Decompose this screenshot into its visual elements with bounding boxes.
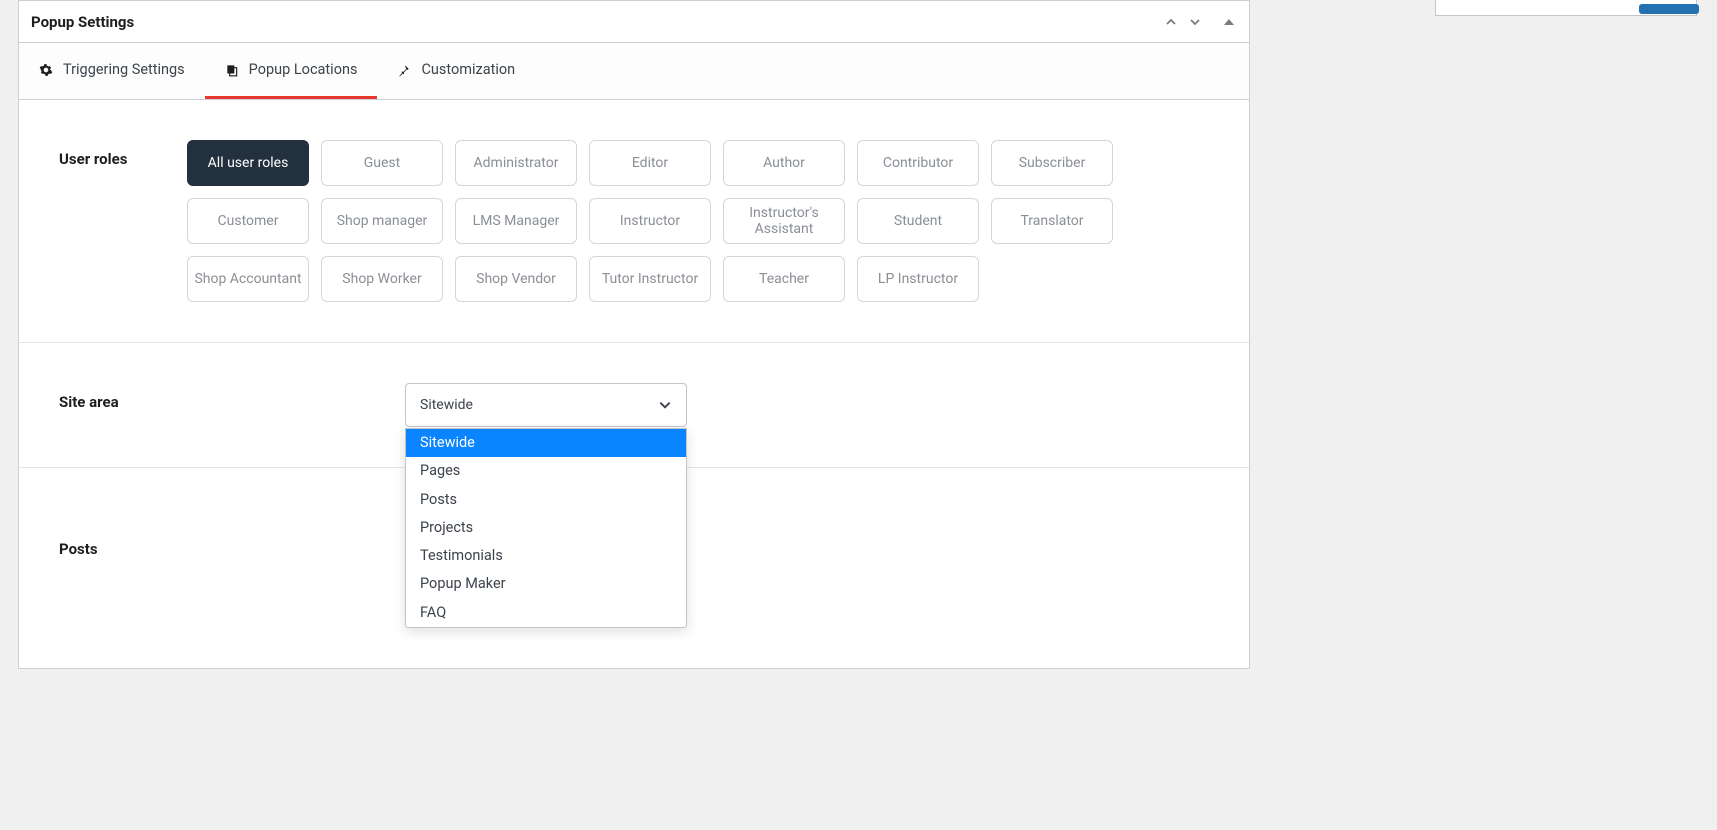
tab-customization[interactable]: Customization <box>377 43 535 99</box>
site-area-select[interactable]: Sitewide SitewidePagesPostsProjectsTesti… <box>405 383 687 427</box>
panel-body: User roles All user roles Guest Administra… <box>19 100 1249 668</box>
role-chip[interactable]: All user roles <box>187 140 309 186</box>
gear-icon <box>39 63 53 77</box>
role-chip[interactable]: Tutor Instructor <box>589 256 711 302</box>
dropdown-item[interactable]: Pages <box>406 457 686 485</box>
panel-header-controls <box>1163 14 1237 30</box>
role-chip[interactable]: Contributor <box>857 140 979 186</box>
tab-label: Triggering Settings <box>63 61 185 78</box>
panel-title: Popup Settings <box>31 13 134 31</box>
tab-label: Customization <box>421 61 515 78</box>
pin-icon <box>397 63 411 77</box>
tab-label: Popup Locations <box>249 61 358 78</box>
role-chip[interactable]: Customer <box>187 198 309 244</box>
role-chip[interactable]: Student <box>857 198 979 244</box>
dropdown-item[interactable]: FAQ <box>406 599 686 627</box>
role-chip[interactable]: Translator <box>991 198 1113 244</box>
sidebar-primary-button[interactable] <box>1639 4 1699 14</box>
user-roles-label: User roles <box>59 140 187 302</box>
posts-label: Posts <box>59 530 187 604</box>
role-grid: All user roles Guest Administrator Editor Au… <box>187 140 1147 302</box>
role-chip[interactable]: Teacher <box>723 256 845 302</box>
select-box[interactable]: Sitewide <box>405 383 687 427</box>
tabs: Triggering Settings Popup Locations Cust… <box>19 43 1249 100</box>
tab-triggering-settings[interactable]: Triggering Settings <box>19 43 205 99</box>
role-chip[interactable]: Shop Worker <box>321 256 443 302</box>
role-chip[interactable]: Editor <box>589 140 711 186</box>
dropdown-item[interactable]: Testimonials <box>406 542 686 570</box>
site-area-label: Site area <box>59 383 187 427</box>
dropdown-item[interactable]: Sitewide <box>406 429 686 457</box>
toggle-panel-icon[interactable] <box>1221 14 1237 30</box>
role-chip[interactable]: Shop Vendor <box>455 256 577 302</box>
role-chip[interactable]: Subscriber <box>991 140 1113 186</box>
site-area-section: Site area Sitewide SitewidePagesPostsPro… <box>19 343 1249 468</box>
role-chip[interactable]: Guest <box>321 140 443 186</box>
main-area: Popup Settings Triggering Settings <box>0 0 1717 687</box>
role-chip[interactable]: Instructor's Assistant <box>723 198 845 244</box>
dropdown-item[interactable]: Posts <box>406 486 686 514</box>
role-chip[interactable]: LMS Manager <box>455 198 577 244</box>
role-chip[interactable]: Administrator <box>455 140 577 186</box>
role-chip[interactable]: Shop manager <box>321 198 443 244</box>
chevron-up-icon[interactable] <box>1163 14 1179 30</box>
select-value: Sitewide <box>420 397 473 413</box>
tab-popup-locations[interactable]: Popup Locations <box>205 43 378 99</box>
role-chip[interactable]: Shop Accountant <box>187 256 309 302</box>
user-roles-section: User roles All user roles Guest Administra… <box>19 100 1249 343</box>
chevron-down-icon <box>658 398 672 412</box>
site-area-dropdown: SitewidePagesPostsProjectsTestimonialsPo… <box>405 428 687 628</box>
right-sidebar <box>1417 0 1717 22</box>
panel-header[interactable]: Popup Settings <box>19 1 1249 43</box>
role-chip[interactable]: LP Instructor <box>857 256 979 302</box>
chevron-down-icon[interactable] <box>1187 14 1203 30</box>
role-chip[interactable]: Instructor <box>589 198 711 244</box>
popup-settings-panel: Popup Settings Triggering Settings <box>18 0 1250 669</box>
dropdown-item[interactable]: Projects <box>406 514 686 542</box>
role-chip[interactable]: Author <box>723 140 845 186</box>
copy-icon <box>225 63 239 77</box>
dropdown-item[interactable]: Popup Maker <box>406 570 686 598</box>
